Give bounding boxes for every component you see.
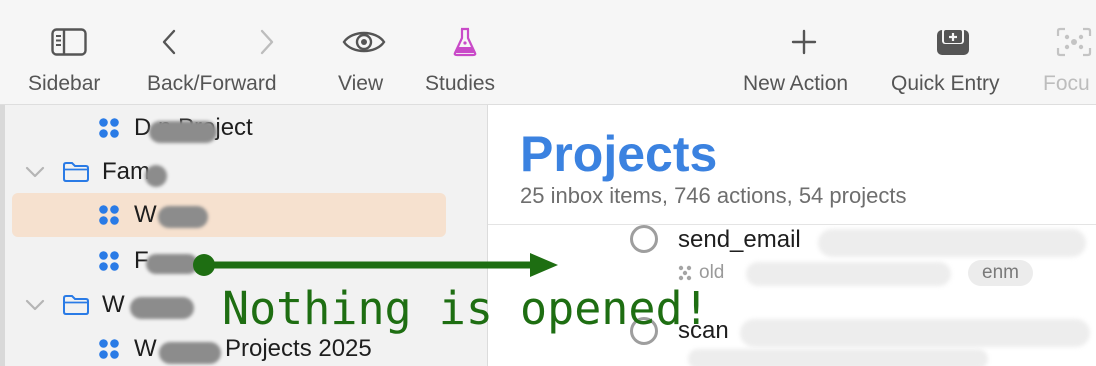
- chevron-right-icon[interactable]: [257, 22, 277, 62]
- folder-icon: [63, 162, 89, 182]
- sidebar-icon: [50, 22, 88, 62]
- flask-icon: [452, 22, 478, 62]
- focus-label: Focu: [1043, 72, 1090, 95]
- back-forward-button[interactable]: Back/Forward: [147, 0, 293, 104]
- quick-entry-button[interactable]: Quick Entry: [891, 0, 1015, 104]
- page-subtitle: 25 inbox items, 746 actions, 54 projects: [520, 183, 907, 208]
- view-button[interactable]: View: [338, 0, 390, 104]
- project-icon: [99, 251, 119, 271]
- project-icon: [99, 205, 119, 225]
- plus-icon: [790, 22, 818, 62]
- context-icon: [678, 265, 692, 281]
- redaction: [149, 121, 217, 143]
- page-title: Projects: [520, 126, 718, 182]
- sidebar-item-project[interactable]: D n Project: [12, 106, 446, 150]
- inbox-icon: [935, 22, 971, 62]
- redaction: [818, 229, 1086, 257]
- sidebar-item-folder[interactable]: Fam: [12, 150, 446, 194]
- redaction: [145, 165, 167, 187]
- new-action-label: New Action: [743, 72, 849, 95]
- project-icon: [99, 339, 119, 359]
- redaction: [740, 319, 1090, 347]
- sidebar-item-label: W: [134, 201, 157, 228]
- quick-entry-label: Quick Entry: [891, 72, 1000, 95]
- action-checkbox[interactable]: [630, 225, 658, 253]
- new-action-button[interactable]: New Action: [743, 0, 865, 104]
- back-forward-label: Back/Forward: [147, 72, 277, 95]
- sidebar-item-label-prefix: W: [134, 335, 157, 362]
- sidebar-edge: [0, 105, 5, 366]
- sidebar-button-label: Sidebar: [28, 72, 101, 95]
- focus-icon: [1055, 22, 1093, 62]
- divider: [488, 224, 1096, 225]
- redaction: [159, 342, 221, 364]
- focus-button[interactable]: Focu: [1043, 0, 1096, 104]
- annotation-text: Nothing is opened!: [222, 282, 710, 335]
- redaction: [746, 262, 951, 286]
- redaction: [688, 349, 988, 366]
- sidebar-item-label: W: [102, 291, 125, 318]
- sidebar-item-project-selected[interactable]: W: [12, 193, 446, 237]
- view-button-label: View: [338, 72, 384, 95]
- action-tag[interactable]: enm: [968, 260, 1033, 286]
- studies-button[interactable]: Studies: [425, 0, 505, 104]
- chevron-left-icon[interactable]: [159, 22, 179, 62]
- sidebar-item-project[interactable]: F: [12, 239, 446, 283]
- redaction: [146, 254, 198, 274]
- studies-button-label: Studies: [425, 72, 496, 95]
- redaction: [130, 297, 194, 319]
- chevron-down-icon[interactable]: [24, 161, 46, 183]
- eye-icon: [341, 22, 387, 62]
- action-title[interactable]: send_email: [678, 226, 801, 254]
- action-context: old: [699, 262, 725, 283]
- toolbar: Sidebar Back/Forward View Studies New Ac…: [0, 0, 1096, 105]
- project-icon: [99, 118, 119, 138]
- folder-icon: [63, 295, 89, 315]
- redaction: [158, 206, 208, 228]
- sidebar-button[interactable]: Sidebar: [28, 0, 110, 104]
- sidebar-item-label: Projects 2025: [225, 335, 372, 362]
- chevron-down-icon[interactable]: [24, 294, 46, 316]
- sidebar-item-label: Fam: [102, 158, 150, 185]
